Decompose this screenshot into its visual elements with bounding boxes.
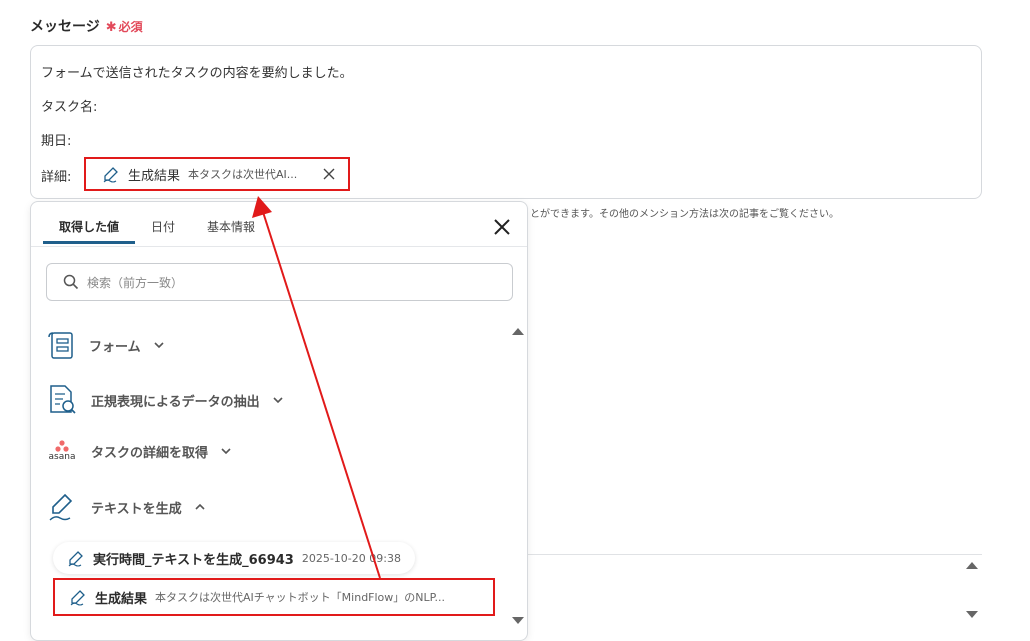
tab-acquired-values[interactable]: 取得した値 (43, 214, 136, 244)
chip-label: 生成結果 (128, 168, 181, 184)
category-regex-extract[interactable]: 正規表現によるデータの抽出 (47, 384, 284, 416)
chevron-down-icon (154, 342, 164, 349)
search-input[interactable]: 検索（前方一致） (46, 263, 513, 301)
category-asana-task-detail[interactable]: asana タスクの詳細を取得 (47, 440, 232, 462)
pen-icon (68, 551, 83, 567)
variable-name: 生成結果 (95, 591, 148, 607)
tab-basic-info[interactable]: 基本情報 (191, 214, 271, 244)
asana-logo-icon: asana (47, 440, 77, 462)
category-label: 正規表現によるデータの抽出 (91, 394, 260, 410)
close-icon[interactable] (493, 218, 511, 236)
asana-logo-text: asana (48, 452, 76, 462)
category-label: テキストを生成 (91, 501, 182, 517)
panel-tabs: 取得した値 日付 基本情報 (43, 214, 271, 244)
pen-icon (70, 590, 85, 606)
form-icon (48, 332, 73, 359)
message-line: フォームで送信されたタスクの内容を要約しました。 (41, 66, 353, 81)
search-icon (63, 274, 79, 290)
pen-icon (103, 167, 118, 183)
message-field-label: メッセージ ✱ 必須 (30, 16, 143, 36)
chevron-down-icon (273, 397, 283, 404)
document-search-icon (50, 385, 76, 414)
message-line: 詳細: (41, 170, 72, 185)
tab-divider (31, 246, 527, 247)
scroll-up-icon[interactable] (511, 326, 525, 336)
message-line: タスク名: (41, 100, 98, 115)
search-placeholder: 検索（前方一致） (87, 275, 184, 290)
chevron-down-icon (221, 448, 231, 455)
category-label: タスクの詳細を取得 (91, 445, 209, 461)
scroll-down-icon[interactable] (965, 610, 979, 620)
pen-icon (49, 493, 73, 521)
chevron-up-icon (195, 503, 205, 510)
variable-picker-panel: 取得した値 日付 基本情報 検索（前方一致） フォーム 正規表現によるデータの抽… (30, 201, 528, 641)
helper-text: とができます。その他のメンション方法は次の記事をご覧ください。 (530, 209, 839, 220)
close-icon[interactable] (322, 167, 336, 181)
label-text: メッセージ (30, 19, 100, 35)
variable-item-execution-time[interactable]: 実行時間_テキストを生成_66943 2025-10-20 09:38 (53, 542, 415, 574)
category-form[interactable]: フォーム (47, 330, 165, 360)
scroll-down-icon[interactable] (511, 616, 525, 626)
required-mark: ✱ (105, 20, 117, 35)
scroll-up-icon[interactable] (965, 560, 979, 570)
next-field-box[interactable] (528, 554, 982, 627)
required-text: 必須 (118, 20, 143, 34)
message-line: 期日: (41, 134, 72, 149)
category-text-generation[interactable]: テキストを生成 (47, 492, 206, 522)
variable-item-generated-result[interactable]: 生成結果 本タスクは次世代AIチャットボット「MindFlow」のNLP... (53, 578, 495, 616)
chip-preview: 本タスクは次世代AI... (188, 168, 298, 181)
asana-dots-icon (55, 440, 69, 452)
variable-meta: 本タスクは次世代AIチャットボット「MindFlow」のNLP... (155, 591, 446, 604)
variable-meta: 2025-10-20 09:38 (301, 551, 401, 565)
variable-name: 実行時間_テキストを生成_66943 (93, 552, 294, 568)
inserted-variable-chip[interactable]: 生成結果 本タスクは次世代AI... (84, 157, 350, 191)
category-label: フォーム (89, 339, 141, 355)
tab-date[interactable]: 日付 (135, 214, 191, 244)
